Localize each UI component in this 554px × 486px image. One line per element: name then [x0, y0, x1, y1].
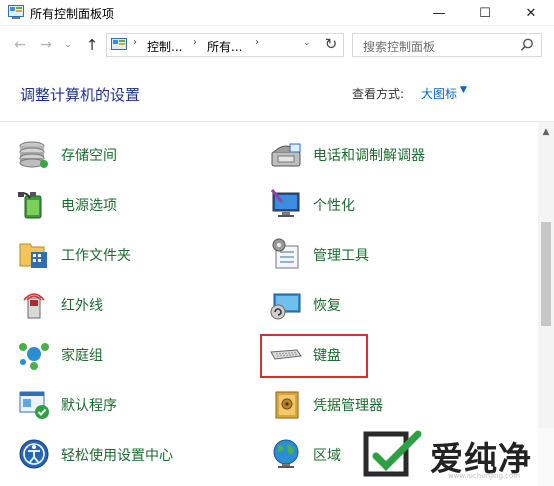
item-default-programs[interactable]: 默认程序 — [18, 386, 238, 422]
header-divider — [0, 121, 554, 122]
navigation-bar: ← → ⌄ ↑ › 控制... › 所有... › ⌄ ↻ 搜索控制面板 — [0, 26, 554, 64]
item-label: 工作文件夹 — [61, 248, 131, 264]
item-storage-spaces[interactable]: 存储空间 — [18, 136, 238, 172]
item-phone-modem[interactable]: 电话和调制解调器 — [270, 136, 500, 172]
minimize-button[interactable]: — — [416, 0, 462, 26]
breadcrumb-separator-icon[interactable]: › — [133, 37, 137, 48]
phone-modem-icon — [271, 143, 301, 167]
item-power-options[interactable]: 电源选项 — [18, 186, 238, 222]
keyboard-highlight-box — [260, 334, 368, 378]
item-label: 电源选项 — [61, 198, 117, 214]
personalization-icon — [270, 189, 300, 217]
item-label: 区域 — [313, 448, 341, 464]
recent-locations-icon[interactable]: ⌄ — [58, 35, 78, 55]
infrared-icon — [23, 293, 45, 319]
close-button[interactable]: ✕ — [508, 0, 554, 26]
region-icon — [273, 439, 299, 468]
address-dropdown-icon[interactable]: ⌄ — [303, 38, 311, 48]
admin-tools-icon — [272, 238, 299, 269]
view-by-dropdown[interactable]: 大图标 — [421, 85, 457, 102]
maximize-button[interactable]: ☐ — [462, 0, 508, 26]
search-input[interactable]: 搜索控制面板 — [352, 33, 542, 57]
item-label: 轻松使用设置中心 — [61, 448, 173, 464]
default-programs-icon — [19, 391, 49, 419]
view-by-label: 查看方式: — [352, 87, 405, 101]
item-label: 存储空间 — [61, 148, 117, 164]
power-options-icon — [18, 192, 42, 219]
refresh-icon[interactable]: ↻ — [321, 35, 341, 53]
item-credential-manager[interactable]: 凭据管理器 — [270, 386, 500, 422]
chevron-down-icon[interactable]: ▼ — [460, 85, 467, 95]
scroll-up-arrow-icon[interactable]: ▲ — [538, 124, 554, 140]
up-arrow-icon[interactable]: ↑ — [82, 35, 102, 55]
item-label: 电话和调制解调器 — [313, 148, 425, 164]
page-title: 调整计算机的设置 — [20, 86, 141, 104]
breadcrumb-all-items[interactable]: 所有... — [207, 38, 242, 55]
item-label: 凭据管理器 — [313, 398, 383, 414]
control-panel-icon — [8, 5, 24, 19]
forward-arrow-icon[interactable]: → — [36, 35, 56, 55]
window-title: 所有控制面板项 — [30, 7, 115, 21]
work-folders-icon — [19, 243, 47, 268]
credential-manager-icon — [275, 391, 299, 419]
item-label: 管理工具 — [313, 248, 369, 264]
storage-spaces-icon — [19, 141, 48, 168]
item-recovery[interactable]: 恢复 — [270, 286, 500, 322]
item-label: 家庭组 — [61, 348, 103, 364]
address-bar[interactable]: › 控制... › 所有... › ⌄ ↻ — [106, 33, 344, 57]
back-arrow-icon[interactable]: ← — [10, 35, 30, 55]
item-label: 红外线 — [61, 298, 103, 314]
ease-of-access-icon — [19, 439, 49, 469]
recovery-icon — [270, 293, 301, 320]
watermark-url: www.aichunjing.com — [448, 472, 521, 480]
control-panel-icon — [111, 38, 127, 50]
item-personalization[interactable]: 个性化 — [270, 186, 500, 222]
breadcrumb-separator-icon[interactable]: › — [255, 37, 259, 48]
watermark-logo-icon — [363, 430, 422, 477]
breadcrumb-separator-icon[interactable]: › — [193, 37, 197, 48]
breadcrumb-control-panel[interactable]: 控制... — [147, 38, 182, 55]
item-homegroup[interactable]: 家庭组 — [18, 336, 238, 372]
item-label: 个性化 — [313, 198, 355, 214]
search-placeholder: 搜索控制面板 — [363, 40, 436, 54]
search-icon[interactable] — [519, 37, 535, 53]
homegroup-icon — [19, 343, 49, 370]
item-work-folders[interactable]: 工作文件夹 — [18, 236, 238, 272]
item-label: 恢复 — [313, 298, 341, 314]
scrollbar-thumb[interactable] — [541, 222, 551, 326]
item-ease-of-access[interactable]: 轻松使用设置中心 — [18, 436, 238, 472]
title-bar: 所有控制面板项 — ☐ ✕ — [0, 0, 554, 26]
item-label: 默认程序 — [61, 398, 117, 414]
item-admin-tools[interactable]: 管理工具 — [270, 236, 500, 272]
item-infrared[interactable]: 红外线 — [18, 286, 238, 322]
watermark: 爱纯净 www.aichunjing.com — [356, 428, 554, 486]
